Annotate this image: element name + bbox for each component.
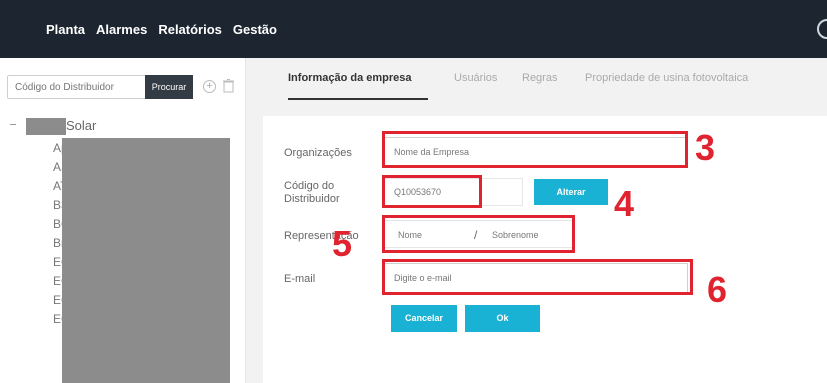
nav-alarmes[interactable]: Alarmes bbox=[96, 22, 147, 37]
annotation-number-6: 6 bbox=[707, 269, 728, 310]
add-icon[interactable]: + bbox=[203, 80, 216, 93]
main-nav: Planta Alarmes Relatórios Gestão bbox=[46, 22, 277, 37]
tree-root-label[interactable]: Solar bbox=[66, 118, 96, 133]
redaction-block bbox=[62, 138, 230, 383]
annotation-box-3 bbox=[382, 131, 688, 168]
tab-users[interactable]: Usuários bbox=[454, 72, 497, 84]
top-navigation-bar: Planta Alarmes Relatórios Gestão bbox=[0, 0, 827, 58]
tab-bar: Informação da empresa Usuários Regras Pr… bbox=[263, 58, 827, 110]
tab-company-info[interactable]: Informação da empresa bbox=[288, 72, 412, 84]
email-label: E-mail bbox=[284, 273, 316, 285]
annotation-number-4: 4 bbox=[614, 183, 635, 224]
organizations-label: Organizações bbox=[284, 147, 352, 159]
tab-rules[interactable]: Regras bbox=[522, 72, 557, 84]
distributor-code-label-line2: Distribuidor bbox=[284, 193, 340, 205]
annotation-number-3: 3 bbox=[695, 127, 716, 168]
distributor-code-label-line1: Código do bbox=[284, 180, 335, 192]
nav-planta[interactable]: Planta bbox=[46, 22, 85, 37]
annotation-box-6 bbox=[382, 259, 693, 295]
user-avatar-icon[interactable] bbox=[817, 19, 827, 39]
distributor-search: Procurar bbox=[7, 75, 193, 99]
left-sidebar: Procurar + Solar Ap AS AT B3 BG Br EC EC… bbox=[0, 58, 246, 383]
search-button[interactable]: Procurar bbox=[145, 75, 193, 99]
tab-pv-plant-property[interactable]: Propriedade de usina fotovoltaica bbox=[585, 72, 748, 84]
ok-button[interactable]: Ok bbox=[465, 305, 540, 332]
annotation-number-5: 5 bbox=[332, 223, 353, 264]
nav-relatorios[interactable]: Relatórios bbox=[158, 22, 222, 37]
active-tab-indicator bbox=[288, 98, 428, 100]
change-button[interactable]: Alterar bbox=[534, 179, 608, 205]
redaction-block bbox=[26, 118, 66, 135]
cancel-button[interactable]: Cancelar bbox=[391, 305, 457, 332]
nav-gestao[interactable]: Gestão bbox=[233, 22, 277, 37]
annotation-box-4 bbox=[382, 175, 482, 208]
distributor-search-input[interactable] bbox=[9, 77, 144, 97]
tree-collapse-icon[interactable] bbox=[10, 124, 16, 125]
trash-icon[interactable] bbox=[223, 79, 234, 93]
annotation-box-5 bbox=[382, 215, 575, 253]
